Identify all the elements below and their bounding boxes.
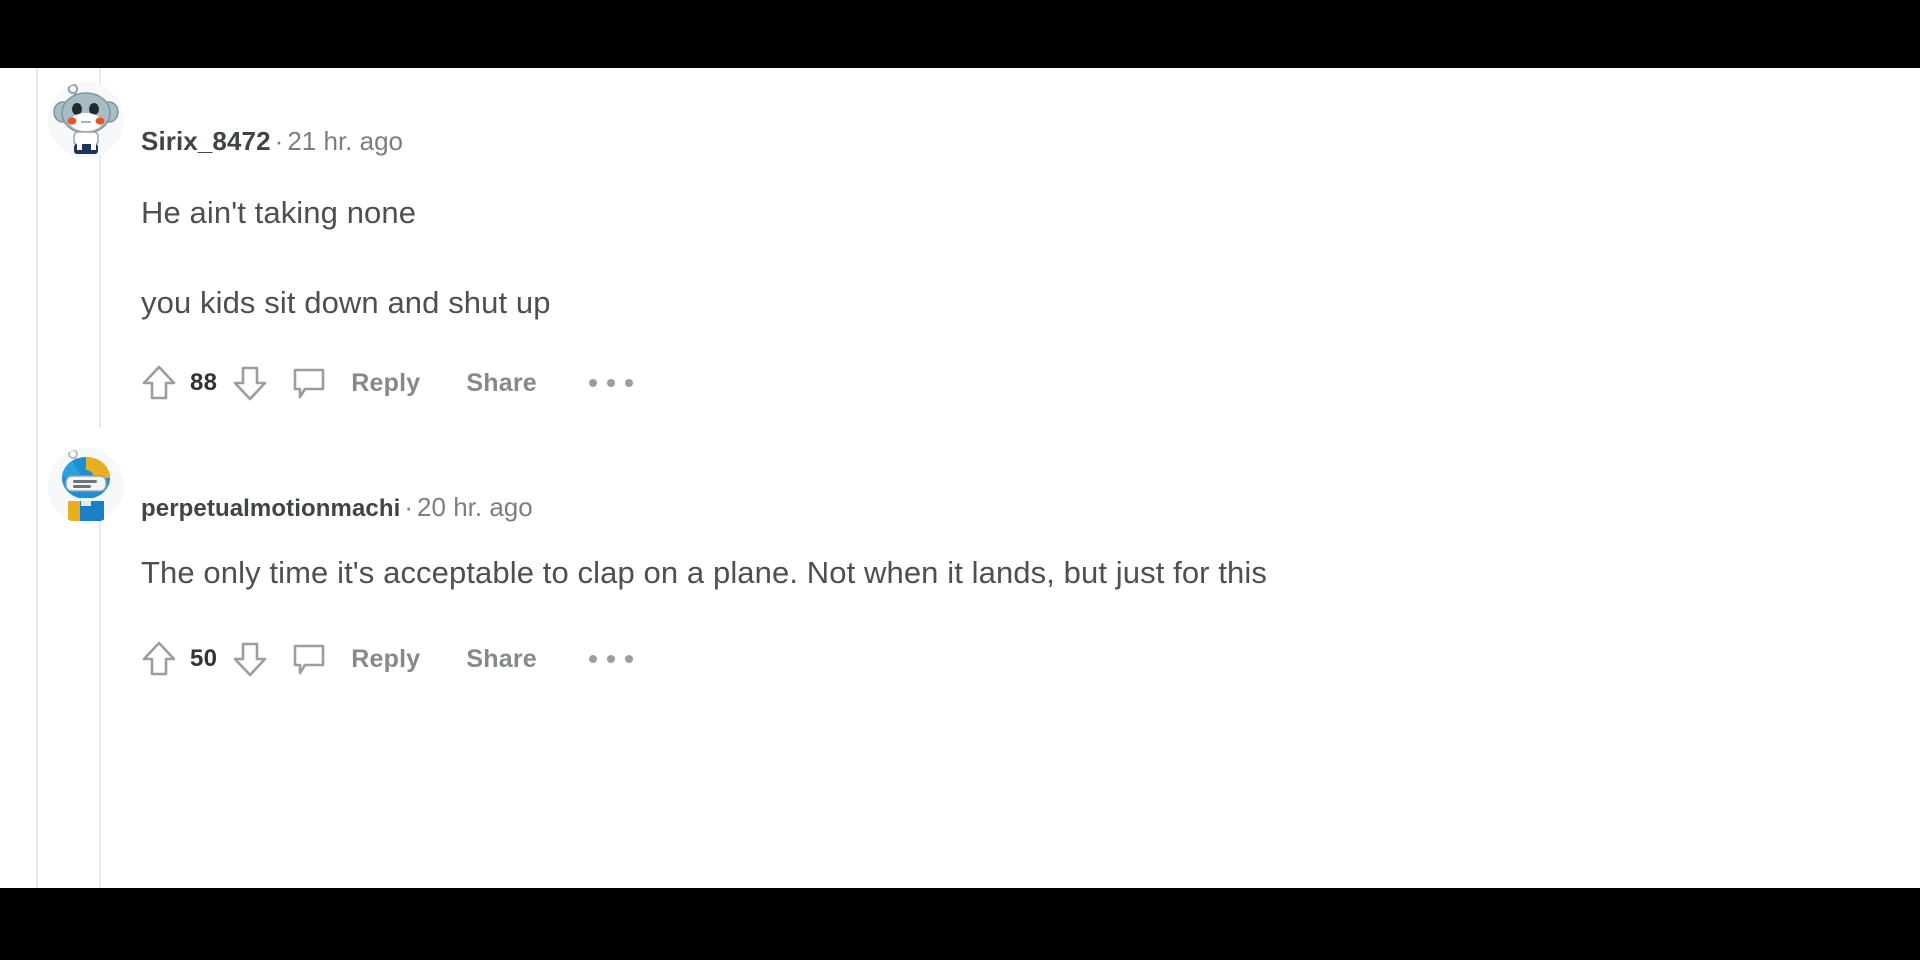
- downvote-arrow-icon: [233, 642, 267, 677]
- avatar-sirix-8472[interactable]: [48, 82, 124, 158]
- comment-thread-page: Sirix_8472 · 21 hr. ago He ain't taking no…: [0, 68, 1920, 888]
- dot: [606, 655, 615, 663]
- reply-button[interactable]: Reply: [351, 645, 420, 674]
- thread-rail-comment-2[interactable]: [99, 466, 101, 888]
- comment-author[interactable]: perpetualmotionmachi: [141, 495, 400, 522]
- upvote-button[interactable]: [140, 360, 178, 406]
- thread-rail-outer[interactable]: [36, 68, 38, 888]
- downvote-arrow-icon: [233, 366, 267, 401]
- byline-separator: ·: [404, 492, 414, 522]
- comment-timestamp: 20 hr. ago: [417, 492, 533, 522]
- comment-bubble-icon: [293, 644, 325, 675]
- screenshot-root: Sirix_8472 · 21 hr. ago He ain't taking no…: [0, 0, 1920, 960]
- comment-author[interactable]: Sirix_8472: [141, 126, 271, 156]
- vote-score: 88: [190, 369, 218, 396]
- comment-timestamp: 21 hr. ago: [287, 126, 403, 156]
- dot: [624, 379, 633, 387]
- comment-body-paragraph: He ain't taking none: [141, 195, 417, 230]
- upvote-arrow-icon: [142, 365, 176, 400]
- letterbox-top: [0, 0, 1920, 68]
- comment-action-bar: 88 Reply Share: [140, 360, 633, 406]
- vote-score: 50: [190, 645, 218, 672]
- comment-byline: perpetualmotionmachi · 20 hr. ago: [141, 492, 533, 524]
- comment-count-button[interactable]: [291, 636, 327, 682]
- more-options-button[interactable]: [588, 655, 633, 663]
- share-button[interactable]: Share: [466, 369, 536, 398]
- comment-body-paragraph: you kids sit down and shut up: [141, 285, 551, 320]
- dot: [624, 655, 633, 663]
- comment-bubble-icon: [293, 368, 325, 399]
- comment-body-paragraph: The only time it's acceptable to clap on…: [141, 555, 1267, 590]
- downvote-button[interactable]: [231, 360, 269, 406]
- upvote-arrow-icon: [142, 641, 176, 676]
- upvote-button[interactable]: [140, 636, 178, 682]
- more-options-button[interactable]: [588, 379, 633, 387]
- dot: [588, 379, 597, 387]
- byline-separator: ·: [274, 126, 284, 156]
- downvote-button[interactable]: [231, 636, 269, 682]
- reply-button[interactable]: Reply: [351, 369, 420, 398]
- comment-byline: Sirix_8472 · 21 hr. ago: [141, 126, 403, 156]
- dot: [588, 655, 597, 663]
- comment-count-button[interactable]: [291, 360, 327, 406]
- share-button[interactable]: Share: [466, 645, 536, 674]
- comment-action-bar: 50 Reply Share: [140, 636, 633, 682]
- dot: [606, 379, 615, 387]
- letterbox-bottom: [0, 888, 1920, 960]
- avatar-perpetualmotionmachi[interactable]: [48, 448, 124, 524]
